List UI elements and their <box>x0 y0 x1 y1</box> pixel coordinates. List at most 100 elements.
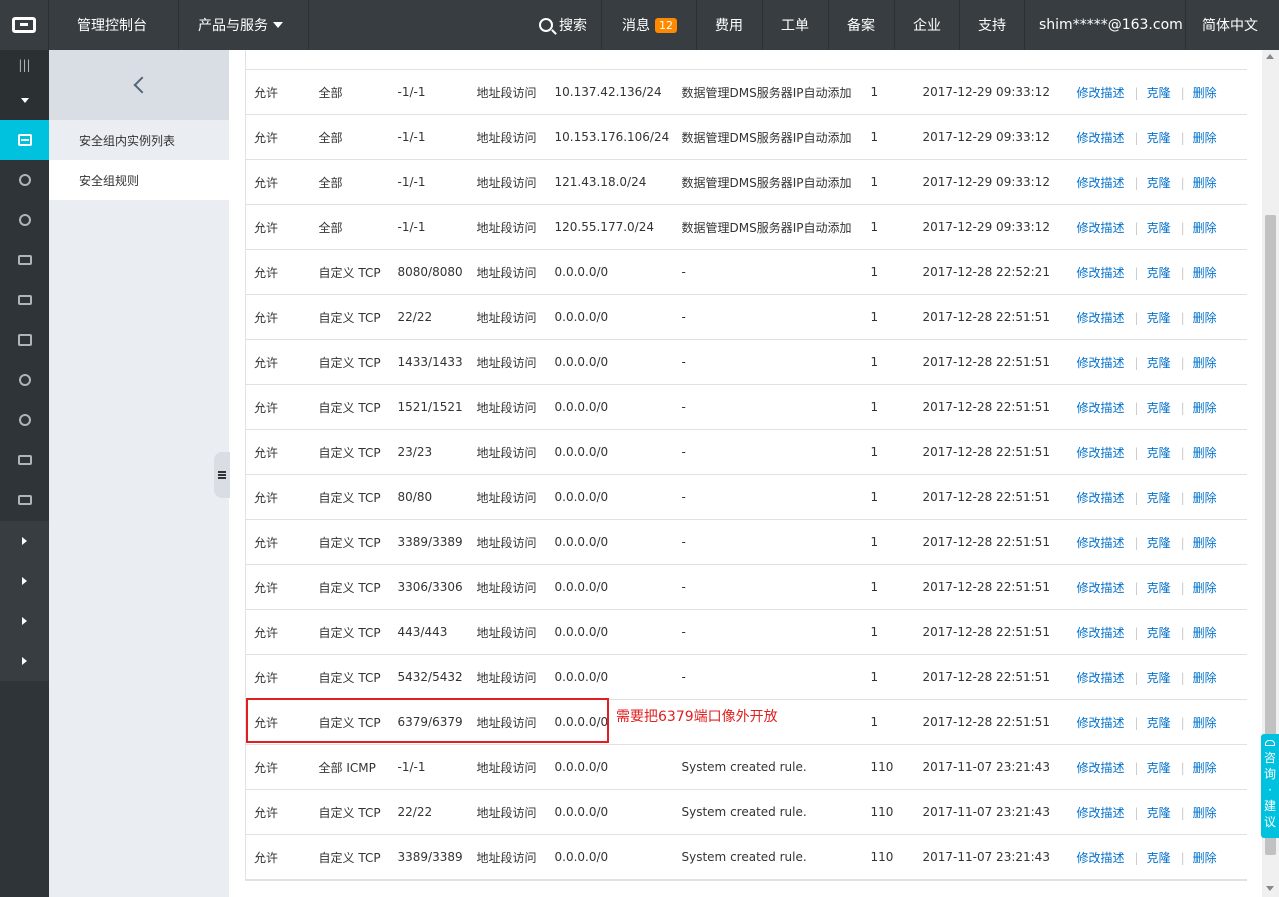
sidebar-group-arrow-4-icon[interactable] <box>0 641 49 681</box>
cell-time <box>914 50 1069 70</box>
clone-link[interactable]: 克隆 <box>1147 86 1171 100</box>
console-link[interactable]: 管理控制台 <box>49 0 179 50</box>
delete-link[interactable]: 删除 <box>1193 806 1217 820</box>
clone-link[interactable]: 克隆 <box>1147 356 1171 370</box>
edit-description-link[interactable]: 修改描述 <box>1077 581 1125 595</box>
tickets-link[interactable]: 工单 <box>763 0 829 50</box>
support-link[interactable]: 支持 <box>960 0 1025 50</box>
submenu-item-rules[interactable]: 安全组规则 <box>49 160 229 200</box>
search-button[interactable]: 搜索 <box>518 0 602 50</box>
scroll-down-arrow-icon[interactable] <box>1266 886 1274 891</box>
sidebar-toggle-icon[interactable]: ||| <box>0 50 49 80</box>
submenu-collapse-handle[interactable] <box>214 452 230 498</box>
edit-description-link[interactable]: 修改描述 <box>1077 356 1125 370</box>
delete-link[interactable]: 删除 <box>1193 131 1217 145</box>
cell-priority: 110 <box>862 834 915 880</box>
delete-link[interactable]: 删除 <box>1193 716 1217 730</box>
delete-link[interactable]: 删除 <box>1193 851 1217 865</box>
delete-link[interactable]: 删除 <box>1193 311 1217 325</box>
clone-link[interactable]: 克隆 <box>1147 851 1171 865</box>
cell-protocol: 自定义 TCP <box>310 609 390 655</box>
messages-button[interactable]: 消息 12 <box>602 0 697 50</box>
account-menu[interactable]: shim*****@163.com <box>1025 0 1186 50</box>
messages-label: 消息 <box>622 18 650 34</box>
chat-icon <box>1265 740 1275 746</box>
product-icon-10[interactable] <box>0 480 49 520</box>
clone-link[interactable]: 克隆 <box>1147 761 1171 775</box>
language-switch[interactable]: 简体中文 <box>1186 0 1279 50</box>
ecs-product-icon[interactable] <box>0 120 49 160</box>
edit-description-link[interactable]: 修改描述 <box>1077 86 1125 100</box>
edit-description-link[interactable]: 修改描述 <box>1077 671 1125 685</box>
cloud-icon[interactable] <box>0 240 49 280</box>
delete-link[interactable]: 删除 <box>1193 761 1217 775</box>
product-icon-2[interactable] <box>0 160 49 200</box>
product-icon-9[interactable] <box>0 440 49 480</box>
edit-description-link[interactable]: 修改描述 <box>1077 536 1125 550</box>
delete-link[interactable]: 删除 <box>1193 581 1217 595</box>
clone-link[interactable]: 克隆 <box>1147 491 1171 505</box>
edit-description-link[interactable]: 修改描述 <box>1077 491 1125 505</box>
sidebar-expand-icon[interactable] <box>0 80 49 120</box>
back-button[interactable] <box>49 50 229 120</box>
delete-link[interactable]: 删除 <box>1193 356 1217 370</box>
network-icon[interactable] <box>0 400 49 440</box>
sidebar-group-arrow-3-icon[interactable] <box>0 601 49 641</box>
products-menu[interactable]: 产品与服务 <box>179 0 309 50</box>
clone-link[interactable]: 克隆 <box>1147 176 1171 190</box>
product-icon-3[interactable] <box>0 200 49 240</box>
clone-link[interactable]: 克隆 <box>1147 131 1171 145</box>
delete-link[interactable]: 删除 <box>1193 401 1217 415</box>
scroll-up-arrow-icon[interactable] <box>1266 54 1274 59</box>
edit-description-link[interactable]: 修改描述 <box>1077 131 1125 145</box>
edit-description-link[interactable]: 修改描述 <box>1077 716 1125 730</box>
edit-description-link[interactable]: 修改描述 <box>1077 761 1125 775</box>
layers-icon[interactable] <box>0 280 49 320</box>
cell-desc: - <box>673 294 863 340</box>
cell-port: 3306/3306 <box>389 564 469 610</box>
table-row: 允许 自定义 TCP 3389/3389 地址段访问 0.0.0.0/0-1 2017-1… <box>245 519 1247 565</box>
delete-link[interactable]: 删除 <box>1193 536 1217 550</box>
cell-port: 1521/1521 <box>389 384 469 430</box>
chip-icon[interactable] <box>0 320 49 360</box>
submenu-item-instances[interactable]: 安全组内实例列表 <box>49 120 229 160</box>
edit-description-link[interactable]: 修改描述 <box>1077 806 1125 820</box>
edit-description-link[interactable]: 修改描述 <box>1077 401 1125 415</box>
delete-link[interactable]: 删除 <box>1193 491 1217 505</box>
cell-priority: 1 <box>862 699 915 745</box>
edit-description-link[interactable]: 修改描述 <box>1077 851 1125 865</box>
aliyun-logo-icon[interactable] <box>0 0 49 50</box>
delete-link[interactable]: 删除 <box>1193 626 1217 640</box>
delete-link[interactable]: 删除 <box>1193 446 1217 460</box>
clone-link[interactable]: 克隆 <box>1147 221 1171 235</box>
eye-icon[interactable] <box>0 360 49 400</box>
delete-link[interactable]: 删除 <box>1193 221 1217 235</box>
delete-link[interactable]: 删除 <box>1193 86 1217 100</box>
clone-link[interactable]: 克隆 <box>1147 671 1171 685</box>
clone-link[interactable]: 克隆 <box>1147 626 1171 640</box>
clone-link[interactable]: 克隆 <box>1147 581 1171 595</box>
clone-link[interactable]: 克隆 <box>1147 401 1171 415</box>
delete-link[interactable]: 删除 <box>1193 671 1217 685</box>
edit-description-link[interactable]: 修改描述 <box>1077 311 1125 325</box>
filing-link[interactable]: 备案 <box>829 0 895 50</box>
edit-description-link[interactable]: 修改描述 <box>1077 266 1125 280</box>
edit-description-link[interactable]: 修改描述 <box>1077 221 1125 235</box>
delete-link[interactable]: 删除 <box>1193 176 1217 190</box>
enterprise-link[interactable]: 企业 <box>895 0 960 50</box>
clone-link[interactable]: 克隆 <box>1147 536 1171 550</box>
feedback-tab[interactable]: 咨 询 · 建 议 <box>1261 734 1279 838</box>
clone-link[interactable]: 克隆 <box>1147 446 1171 460</box>
clone-link[interactable]: 克隆 <box>1147 266 1171 280</box>
sidebar-group-arrow-1-icon[interactable] <box>0 521 49 561</box>
fees-link[interactable]: 费用 <box>697 0 763 50</box>
sidebar-group-arrow-2-icon[interactable] <box>0 561 49 601</box>
edit-description-link[interactable]: 修改描述 <box>1077 446 1125 460</box>
clone-link[interactable]: 克隆 <box>1147 806 1171 820</box>
clone-link[interactable]: 克隆 <box>1147 716 1171 730</box>
table-row: 允许 自定义 TCP 3306/3306 地址段访问 0.0.0.0/0-1 2017-1… <box>245 564 1247 610</box>
edit-description-link[interactable]: 修改描述 <box>1077 626 1125 640</box>
edit-description-link[interactable]: 修改描述 <box>1077 176 1125 190</box>
delete-link[interactable]: 删除 <box>1193 266 1217 280</box>
clone-link[interactable]: 克隆 <box>1147 311 1171 325</box>
